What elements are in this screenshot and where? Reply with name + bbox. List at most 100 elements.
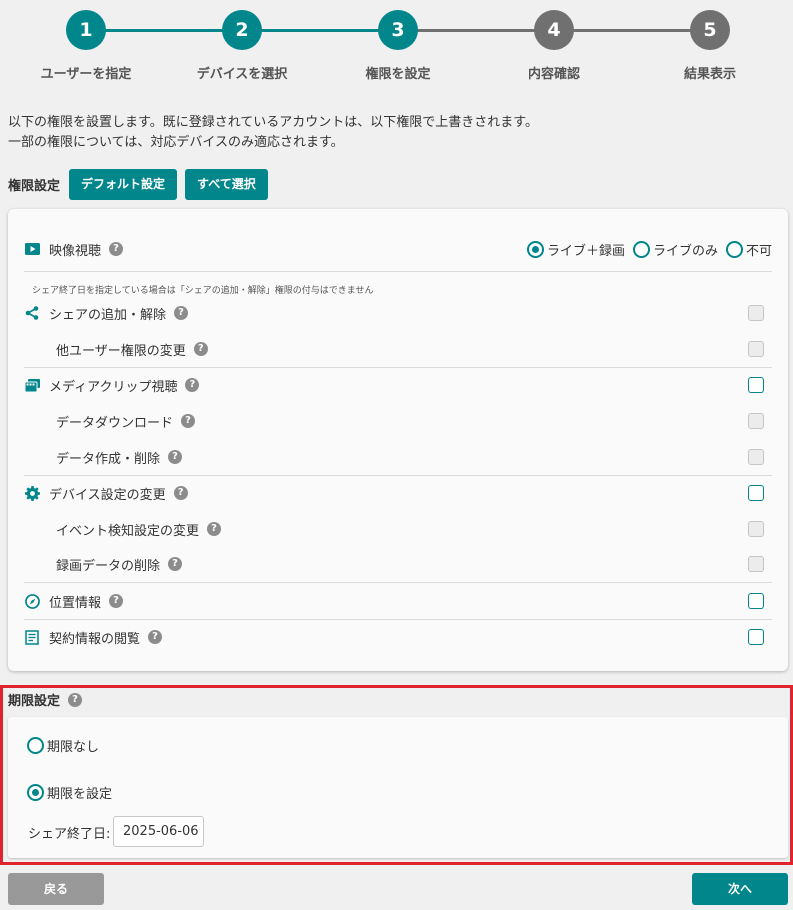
data-download-permission-label: データダウンロード (56, 415, 174, 431)
radio-live-recording-label: ライブ＋録画 (546, 244, 625, 259)
recording-delete-permission-label: 録画データの削除 (56, 558, 161, 574)
step-2: 2 デバイスを選択 (167, 10, 317, 82)
radio-live-recording[interactable]: ライブ＋録画 (526, 240, 625, 259)
event-detection-permission-label: イベント検知設定の変更 (56, 523, 200, 539)
media-clip-permission-row: メディアクリップ視聴 ? (24, 371, 772, 399)
step-3-label: 権限を設定 (365, 67, 431, 82)
media-clip-permission-checkbox[interactable] (748, 377, 764, 393)
radio-unselected-icon (27, 737, 44, 754)
share-permission-label: シェアの追加・解除 (49, 307, 167, 323)
help-icon[interactable]: ? (193, 342, 208, 356)
data-download-permission-row: データダウンロード ? (24, 407, 772, 435)
location-permission-label: 位置情報 (49, 595, 102, 611)
compass-icon (24, 593, 40, 609)
other-user-permission-label: 他ユーザー権限の変更 (56, 343, 186, 359)
play-icon (24, 241, 40, 257)
help-icon[interactable]: ? (168, 557, 183, 571)
period-card: 期限なし 期限を設定 シェア終了日: 2025-06-06 (8, 717, 788, 858)
end-date-label: シェア終了日: (28, 827, 111, 842)
back-button[interactable]: 戻る (8, 873, 104, 905)
step-3: 3 権限を設定 (323, 10, 473, 82)
step-2-label: デバイスを選択 (196, 67, 288, 82)
select-all-button[interactable]: すべて選択 (185, 169, 268, 200)
intro-line-2: 一部の権限については、対応デバイスのみ適応されます。 (8, 135, 344, 150)
video-permission-label: 映像視聴 (49, 243, 102, 259)
divider (24, 367, 772, 368)
step-5-label: 結果表示 (683, 67, 736, 82)
radio-live-only-label: ライブのみ (652, 244, 718, 259)
help-icon[interactable]: ? (168, 450, 183, 464)
gear-icon (24, 485, 40, 501)
step-1: 1 ユーザーを指定 (11, 10, 161, 82)
radio-selected-icon (27, 784, 44, 801)
permission-title: 権限設定 (8, 179, 61, 194)
help-icon[interactable]: ? (181, 414, 196, 428)
device-settings-permission-label: デバイス設定の変更 (49, 487, 166, 503)
step-1-circle: 1 (66, 10, 106, 50)
default-settings-button[interactable]: デフォルト設定 (69, 169, 178, 200)
recording-delete-permission-checkbox[interactable] (748, 556, 764, 572)
help-icon[interactable]: ? (185, 378, 200, 392)
step-1-label: ユーザーを指定 (40, 67, 132, 82)
contract-permission-row: 契約情報の閲覧 ? (24, 623, 772, 651)
data-create-delete-permission-label: データ作成・削除 (56, 451, 161, 467)
divider (24, 475, 772, 476)
location-permission-row: 位置情報 ? (24, 587, 772, 615)
period-title: 期限設定 ? (8, 690, 83, 709)
radio-not-allowed-label: 不可 (745, 244, 772, 259)
document-icon (24, 629, 40, 645)
divider (24, 619, 772, 620)
share-icon (24, 305, 40, 321)
radio-set-period[interactable]: 期限を設定 (27, 783, 112, 802)
share-note: シェア終了日を指定している場合は「シェアの追加・解除」権限の付与はできません (32, 286, 374, 296)
help-icon[interactable]: ? (173, 486, 188, 500)
data-create-delete-permission-row: データ作成・削除 ? (24, 443, 772, 471)
step-2-circle: 2 (222, 10, 262, 50)
other-user-permission-checkbox[interactable] (748, 341, 764, 357)
help-icon[interactable]: ? (207, 522, 222, 536)
progress-stepper: 1 ユーザーを指定 2 デバイスを選択 3 権限を設定 4 内容確認 5 結果表… (0, 0, 793, 90)
intro-line-1: 以下の権限を設置します。既に登録されているアカウントは、以下権限で上書きされます… (8, 115, 539, 130)
data-create-delete-permission-checkbox[interactable] (748, 449, 764, 465)
radio-no-period-label: 期限なし (47, 740, 100, 755)
radio-live-only[interactable]: ライブのみ (632, 240, 718, 259)
contract-permission-checkbox[interactable] (748, 629, 764, 645)
divider (24, 582, 772, 583)
step-5: 5 結果表示 (635, 10, 785, 82)
step-4: 4 内容確認 (479, 10, 629, 82)
media-clip-permission-label: メディアクリップ視聴 (49, 379, 178, 395)
divider (24, 271, 772, 272)
recording-delete-permission-row: 録画データの削除 ? (24, 550, 772, 578)
next-button[interactable]: 次へ (692, 873, 788, 905)
step-3-circle: 3 (378, 10, 418, 50)
device-settings-permission-row: デバイス設定の変更 ? (24, 479, 772, 507)
step-5-circle: 5 (690, 10, 730, 50)
permission-card: 映像視聴 ? ライブ＋録画 ライブのみ 不可 シェア終了日を指定している場合は「… (8, 209, 788, 671)
help-icon[interactable]: ? (109, 242, 124, 256)
permission-header: 権限設定 デフォルト設定 すべて選択 (8, 169, 268, 200)
device-settings-permission-checkbox[interactable] (748, 485, 764, 501)
contract-permission-label: 契約情報の閲覧 (49, 631, 141, 647)
help-icon[interactable]: ? (109, 594, 124, 608)
event-detection-permission-row: イベント検知設定の変更 ? (24, 515, 772, 543)
radio-set-period-label: 期限を設定 (47, 787, 113, 802)
radio-no-period[interactable]: 期限なし (27, 736, 99, 755)
radio-not-allowed[interactable]: 不可 (725, 240, 772, 259)
help-icon[interactable]: ? (148, 630, 163, 644)
other-user-permission-row: 他ユーザー権限の変更 ? (24, 335, 772, 363)
event-detection-permission-checkbox[interactable] (748, 521, 764, 537)
period-title-label: 期限設定 (8, 694, 61, 709)
end-date-input[interactable]: 2025-06-06 (113, 816, 204, 847)
location-permission-checkbox[interactable] (748, 593, 764, 609)
step-4-circle: 4 (534, 10, 574, 50)
share-permission-checkbox[interactable] (748, 305, 764, 321)
video-permission-options: ライブ＋録画 ライブのみ 不可 (519, 240, 772, 259)
help-icon[interactable]: ? (68, 692, 83, 707)
radio-selected-icon (526, 241, 544, 258)
data-download-permission-checkbox[interactable] (748, 413, 764, 429)
help-icon[interactable]: ? (174, 306, 189, 320)
share-permission-row: シェアの追加・解除 ? (24, 299, 772, 327)
radio-unselected-icon (725, 241, 743, 258)
intro-text: 以下の権限を設置します。既に登録されているアカウントは、以下権限で上書きされます… (8, 113, 538, 153)
radio-unselected-icon (632, 241, 650, 258)
